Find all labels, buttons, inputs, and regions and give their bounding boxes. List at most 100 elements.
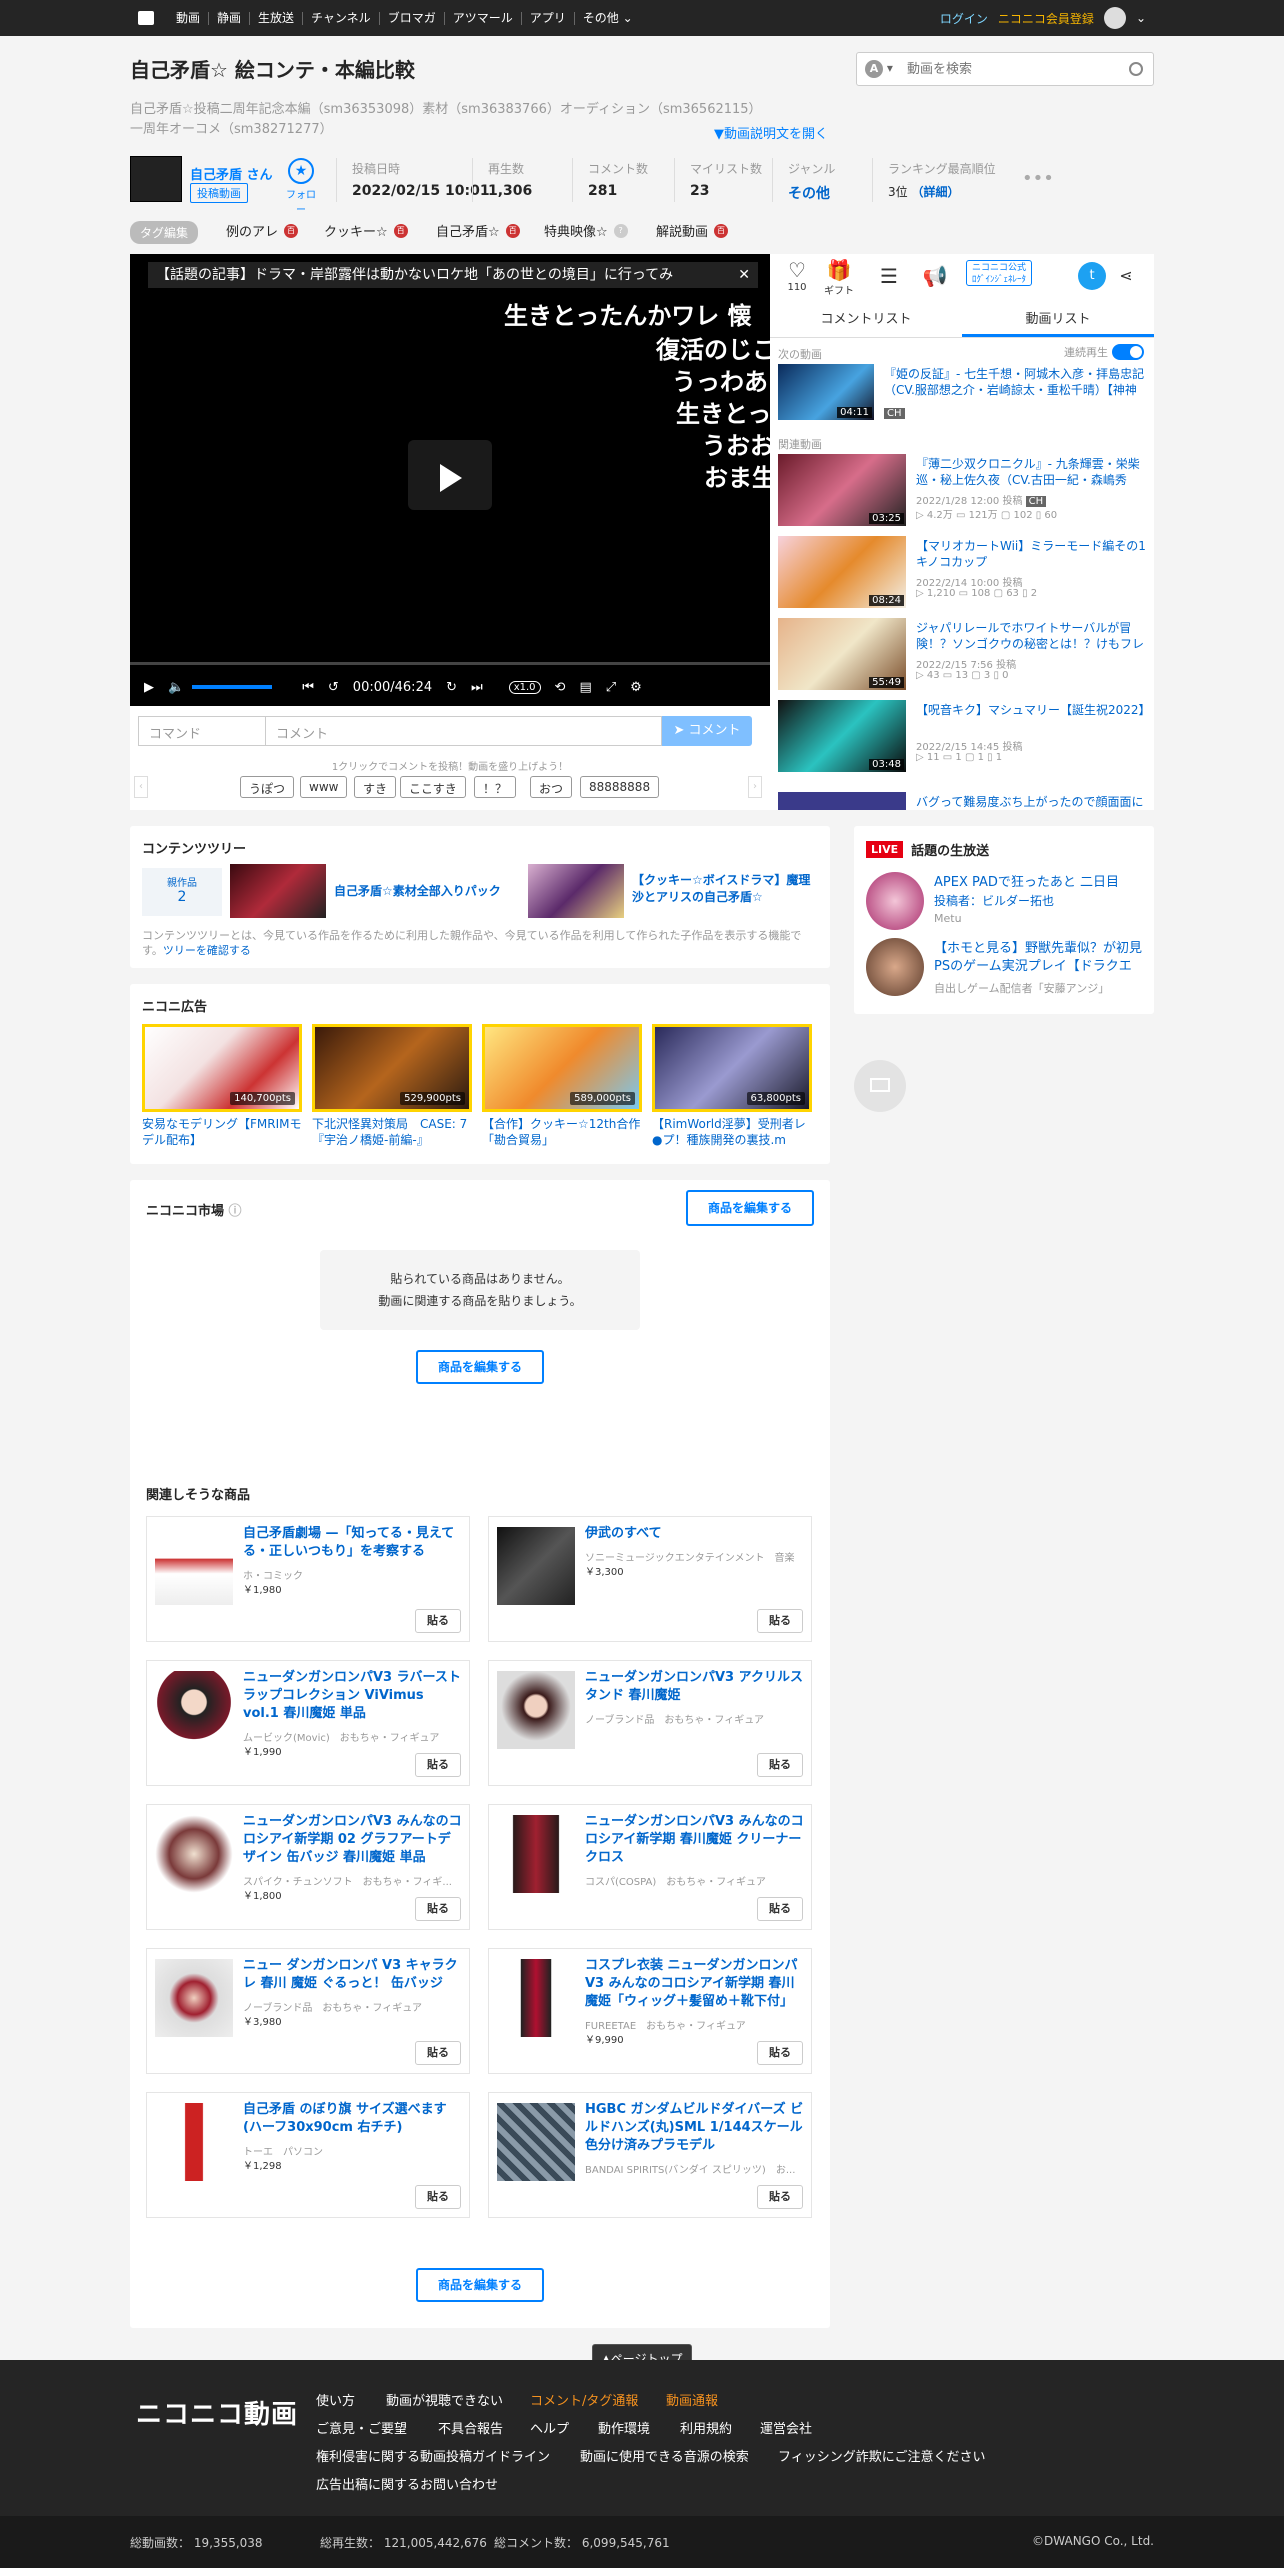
ad-megaphone-icon[interactable]: 📢 [920, 264, 950, 288]
tree-item-link[interactable]: 自己矛盾☆素材全部入りパック [334, 882, 501, 899]
ad-item[interactable]: 529,900pts 下北沢怪異対策局 CASE: 7『宇治ノ橋姫-前編-』 [312, 1024, 472, 1148]
edit-products-button[interactable]: 商品を編集する [416, 1350, 544, 1384]
description-expand-link[interactable]: ▼動画説明文を開く [714, 123, 828, 142]
paste-button[interactable]: 貼る [757, 1897, 803, 1921]
dictionary-icon[interactable]: 百 [393, 223, 408, 238]
video-player[interactable]: 【話題の記事】ドラマ・岸部露伴は動かないロケ地「あの世との境目」に行ってみ ✕ 生… [130, 254, 776, 706]
settings-gear-icon[interactable]: ⚙ [630, 680, 642, 695]
video-thumbnail[interactable]: 03:48 [778, 700, 906, 772]
footer-link[interactable]: 動画が視聴できない [386, 2390, 503, 2409]
search-icon[interactable] [1129, 62, 1143, 76]
user-avatar[interactable] [1103, 7, 1126, 29]
tag-item[interactable]: 解説動画百 [656, 221, 729, 240]
tag-item[interactable]: 例のアレ百 [226, 221, 299, 240]
quick-comment-button[interactable]: ここすき [400, 776, 466, 798]
product-title[interactable]: ニューダンガンロンパV3 みんなのコロシアイ新学期 02 グラフアートデザイン … [243, 1813, 463, 1867]
product-image[interactable] [497, 1815, 575, 1893]
chevron-down-icon[interactable]: ⌄ [1136, 11, 1146, 25]
quick-comment-button[interactable]: ！？ [474, 776, 517, 798]
owner-videos-link[interactable]: 投稿動画 [190, 183, 248, 203]
tag-label[interactable]: 解説動画 [656, 221, 708, 240]
video-thumbnail[interactable]: 04:11 [778, 364, 874, 420]
autoplay-toggle[interactable]: 連続再生 [1064, 344, 1144, 360]
quick-comment-button[interactable]: おつ [530, 776, 573, 798]
ad-title[interactable]: 【RimWorld淫夢】受刑者レ●プ！種族開発の裏技.m [652, 1116, 812, 1148]
product-image[interactable] [497, 1671, 575, 1749]
register-link[interactable]: ニコニコ会員登録 [998, 10, 1094, 27]
product-image[interactable] [155, 1671, 233, 1749]
nav-atsumaru[interactable]: アツマール [445, 11, 522, 25]
quick-comment-button[interactable]: www [300, 776, 348, 798]
quick-comment-button[interactable]: 88888888 [580, 776, 660, 798]
product-image[interactable] [155, 1527, 233, 1605]
dictionary-icon[interactable]: 百 [284, 223, 299, 238]
footer-link[interactable]: コメント/タグ通報 [530, 2390, 638, 2409]
ad-title[interactable]: 下北沢怪異対策局 CASE: 7『宇治ノ橋姫-前編-』 [312, 1116, 472, 1148]
toggle-switch[interactable] [1112, 344, 1144, 360]
tree-item-link[interactable]: 【クッキー☆ボイスドラマ】魔理沙とアリスの自己矛盾☆ [632, 872, 822, 906]
ad-item[interactable]: 140,700pts 安易なモデリング【FMRIMモデル配布】 [142, 1024, 302, 1148]
paste-button[interactable]: 貼る [757, 2185, 803, 2209]
tag-edit-button[interactable]: タグ編集 [130, 221, 199, 244]
footer-link[interactable]: 動作環境 [598, 2418, 650, 2437]
tab-video-list[interactable]: 動画リスト [962, 302, 1154, 337]
skip-back-icon[interactable]: ⏮ [302, 680, 314, 695]
footer-link[interactable]: 不具合報告 [438, 2418, 503, 2437]
paste-button[interactable]: 貼る [415, 2041, 461, 2065]
search-input[interactable] [907, 59, 1107, 79]
related-video-item[interactable]: 03:48 【呪音キク】マシュマリー【誕生祝2022】 2022/2/15 14… [778, 700, 1148, 778]
footer-link[interactable]: ヘルプ [530, 2418, 569, 2437]
product-image[interactable] [155, 1959, 233, 2037]
comment-toggle-icon[interactable]: ▤ [579, 680, 591, 695]
ad-thumbnail[interactable]: 589,000pts [482, 1024, 642, 1112]
fullscreen-icon[interactable]: ⤢ [606, 680, 616, 695]
next-video-icon[interactable]: ⏭ [471, 680, 483, 695]
footer-link[interactable]: 動画通報 [666, 2390, 718, 2409]
nav-video[interactable]: 動画 [168, 11, 210, 25]
product-title[interactable]: 自己矛盾劇場 —「知ってる・見えてる・正しいつもり」を考察する [243, 1525, 463, 1561]
product-image[interactable] [155, 1815, 233, 1893]
tree-thumbnail[interactable] [528, 864, 624, 918]
ad-thumbnail[interactable]: 140,700pts [142, 1024, 302, 1112]
tree-check-link[interactable]: ツリーを確認する [163, 944, 251, 957]
command-input[interactable]: コマンド [138, 716, 266, 746]
product-image[interactable] [497, 1527, 575, 1605]
tag-label[interactable]: 例のアレ [226, 221, 278, 240]
related-video-item[interactable]: 03:25 『薄二少双クロニクル』- 九条輝雲・栄柴巡・秘上佐久夜（CV.古田一… [778, 454, 1148, 532]
product-title[interactable]: 自己矛盾 のぼり旗 サイズ選べます(ハーフ30x90cm 右チチ) [243, 2101, 463, 2137]
video-thumbnail[interactable]: 03:25 [778, 454, 906, 526]
seek-bar[interactable] [130, 662, 770, 665]
official-generator-button[interactable]: ニコニコ公式 ﾛｸﾞｲﾝｼﾞｪﾈﾚｰﾀ [966, 260, 1032, 286]
niconico-douga-logo[interactable]: ニコニコ動画 [136, 2394, 298, 2431]
stat-genre[interactable]: ジャンル その他 [788, 160, 835, 203]
tag-label[interactable]: 特典映像☆ [544, 221, 608, 240]
footer-link[interactable]: フィッシング詐欺にご注意ください [778, 2446, 985, 2465]
tag-item[interactable]: 自己矛盾☆ 百 [436, 221, 520, 240]
ad-item[interactable]: 589,000pts 【合作】クッキー☆12th合作「勘合貿易」 [482, 1024, 642, 1148]
play-button-icon[interactable]: ▶ [144, 680, 154, 695]
loop-icon[interactable]: ⟲ [555, 680, 566, 695]
nav-channel[interactable]: チャンネル [303, 11, 380, 25]
login-link[interactable]: ログイン [940, 10, 988, 27]
product-title[interactable]: コスプレ衣装 ニューダンガンロンパV3 みんなのコロシアイ新学期 春川魔姫「ウィ… [585, 1957, 805, 2011]
tag-label[interactable]: 自己矛盾☆ [436, 221, 500, 240]
live-title-link[interactable]: APEX PADで狂ったあと 二日目 [934, 874, 1144, 892]
footer-link[interactable]: 運営会社 [760, 2418, 812, 2437]
twitter-icon[interactable]: t [1078, 262, 1106, 290]
product-title[interactable]: 伊武のすべて [585, 1525, 805, 1543]
product-title[interactable]: ニューダンガンロンパV3 アクリルスタンド 春川魔姫 [585, 1669, 805, 1705]
tree-thumbnail[interactable] [230, 864, 326, 918]
owner-name[interactable]: 自己矛盾 さん [190, 164, 273, 183]
footer-link[interactable]: 使い方 [316, 2390, 355, 2409]
video-thumbnail[interactable] [778, 792, 906, 810]
video-title-link[interactable]: 『薄二少双クロニクル』- 九条輝雲・栄柴巡・秘上佐久夜（CV.古田一紀・森嶋秀太… [916, 456, 1146, 488]
next-video-item[interactable]: 04:11 『姫の反証』- 七生千想・阿城木入彦・拝島忠記（CV.服部想之介・岩… [778, 364, 1148, 442]
video-title-link[interactable]: 【呪音キク】マシュマリー【誕生祝2022】 [916, 702, 1146, 718]
paste-button[interactable]: 貼る [415, 1609, 461, 1633]
related-video-item[interactable]: 08:24 【マリオカートWii】ミラーモード編その1 キノコカップ 2022/… [778, 536, 1148, 614]
product-title[interactable]: ニュー ダンガンロンパ V3 キャラクレ 春川 魔姫 ぐるっと！ 缶バッジ [243, 1957, 463, 1993]
related-video-item[interactable]: バグって難易度ぶち上がったので顔面面に落 [778, 792, 1148, 810]
tag-item[interactable]: クッキー☆ 百 [324, 221, 408, 240]
parent-count-box[interactable]: 親作品 2 [142, 868, 222, 916]
video-title-link[interactable]: ジャパリレールでホワイトサーバルが冒険！？ソンゴクウの秘密とは！？けもフレ1,.… [916, 620, 1146, 652]
